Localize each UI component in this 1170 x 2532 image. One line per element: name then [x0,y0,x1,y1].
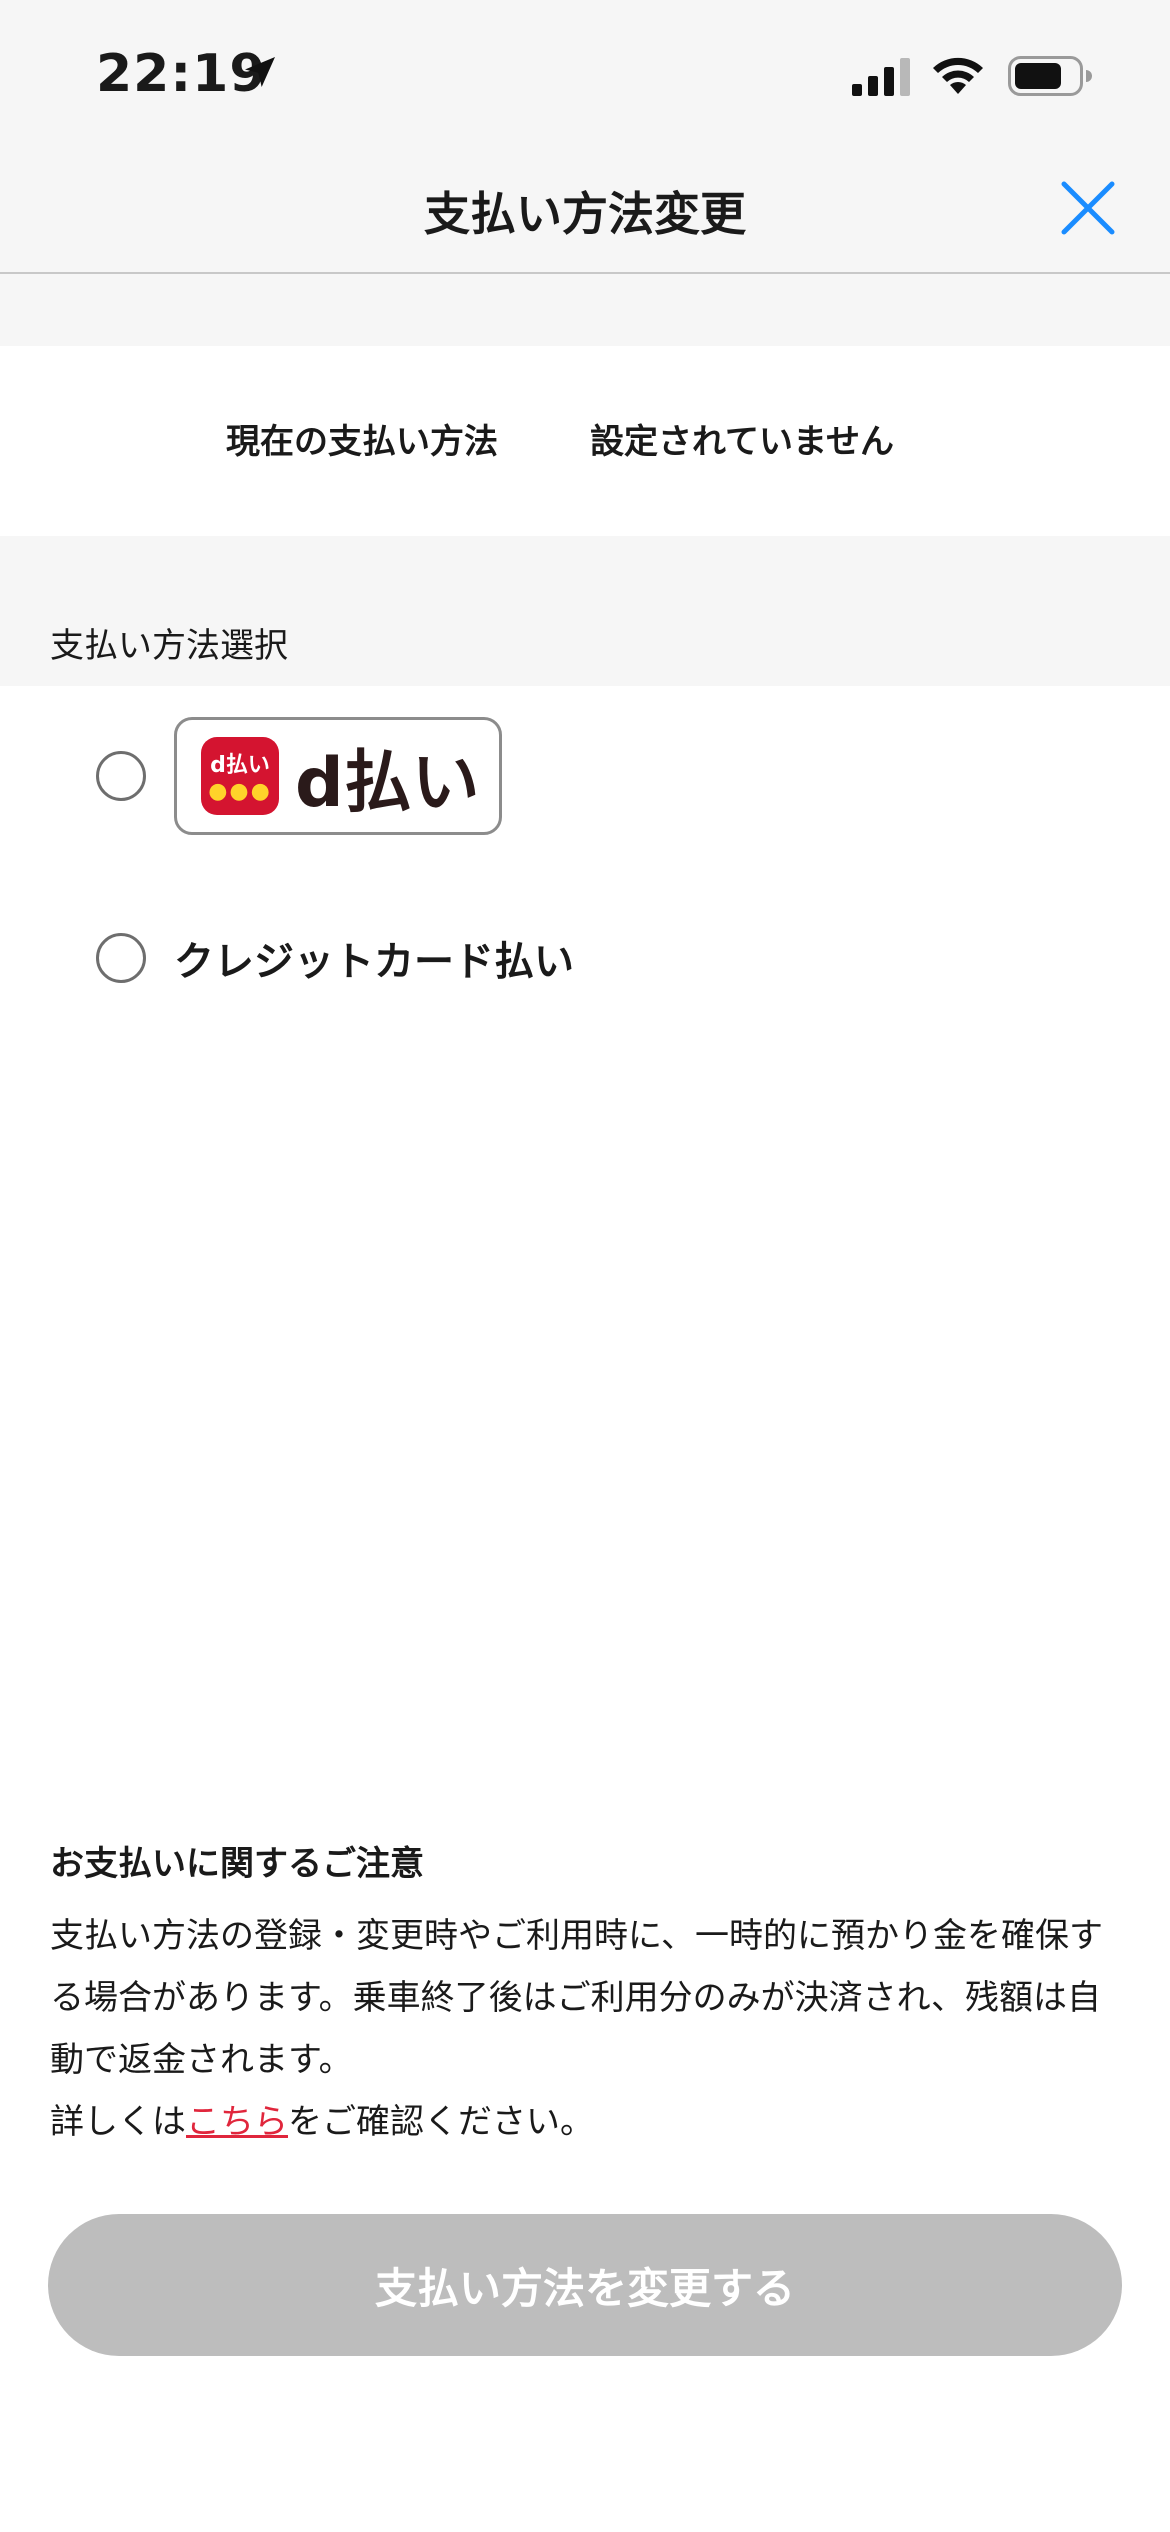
close-icon [1061,181,1115,235]
dpay-radio[interactable] [96,751,146,801]
dpay-dots: ●●● [208,779,272,804]
wifi-icon [930,54,986,100]
location-arrow-icon [240,52,280,96]
notice-text: 支払い方法の登録・変更時やご利用時に、一時的に預かり金を確保する場合があります。… [50,1916,1103,2080]
payment-notice: お支払いに関するご注意 支払い方法の登録・変更時やご利用時に、一時的に預かり金を… [50,1836,1130,2153]
credit-card-label: クレジットカード払い [174,939,574,985]
notice-link-line: 詳しくはこちらをご確認ください。 [50,2091,1130,2153]
dpay-app-icon-text: d払い [210,753,270,778]
dpay-option[interactable]: d払い ●●● d払い [96,714,502,838]
notice-link-suffix: をご確認ください。 [288,2102,594,2142]
notice-details-link[interactable]: こちら [186,2102,288,2142]
notice-title: お支払いに関するご注意 [50,1844,424,1884]
current-payment-row: 現在の支払い方法 設定されていません [0,346,1170,536]
notice-body: 支払い方法の登録・変更時やご利用時に、一時的に預かり金を確保する場合があります。… [50,1905,1130,2153]
close-button[interactable] [1056,176,1120,240]
dpay-app-icon: d払い ●●● [201,737,279,815]
payment-selection-header: 支払い方法選択 [0,536,1170,686]
dpay-logo: d払い ●●● d払い [174,717,502,835]
dpay-logo-text: d払い [295,743,480,823]
payment-selection-label: 支払い方法選択 [50,626,288,666]
notice-link-prefix: 詳しくは [50,2102,186,2142]
credit-card-radio[interactable] [96,933,146,983]
spacer-band [0,274,1170,346]
current-payment-value: 設定されていません [590,422,894,462]
current-payment-label: 現在の支払い方法 [226,422,498,462]
cellular-signal-icon [852,58,912,100]
app-header: 支払い方法変更 [0,150,1170,274]
change-payment-button[interactable]: 支払い方法を変更する [48,2214,1122,2356]
credit-card-option[interactable]: クレジットカード払い [96,928,574,988]
page-title: 支払い方法変更 [424,187,746,241]
battery-icon [1008,56,1092,100]
status-bar: 22:19 [0,0,1170,150]
